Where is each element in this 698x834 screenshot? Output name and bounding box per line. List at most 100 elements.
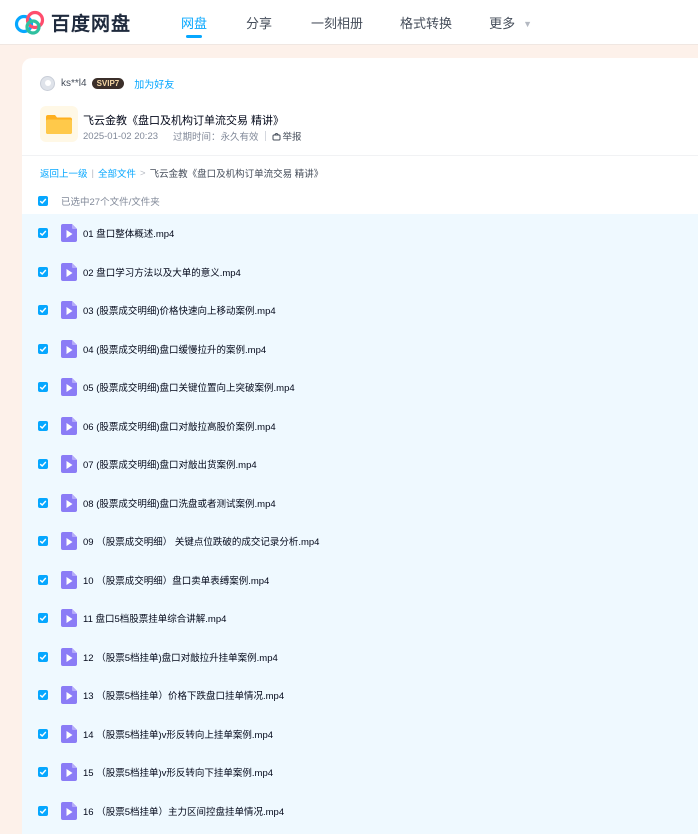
add-friend-link[interactable]: 加为好友 (134, 76, 174, 91)
file-name[interactable]: 01 盘口整体概述.mp4 (83, 226, 174, 240)
checkmark-icon (39, 269, 47, 275)
file-name[interactable]: 07 (股票成交明细)盘口对敲出货案例.mp4 (83, 457, 257, 471)
checkmark-icon (39, 230, 47, 236)
file-checkbox[interactable] (38, 690, 48, 700)
file-name[interactable]: 04 (股票成交明细)盘口缓慢拉升的案例.mp4 (83, 342, 266, 356)
file-name[interactable]: 06 (股票成交明细)盘口对敲拉高股价案例.mp4 (83, 419, 276, 433)
video-file-icon (61, 340, 77, 358)
avatar[interactable] (40, 75, 55, 91)
nav-tab-label: 网盘 (181, 15, 208, 31)
file-name[interactable]: 08 (股票成交明细)盘口洗盘或者测试案例.mp4 (83, 496, 276, 510)
file-checkbox[interactable] (38, 344, 48, 354)
file-checkbox[interactable] (38, 498, 48, 508)
file-row[interactable]: 16 （股票5档挂单）主力区间控盘挂单情况.mp4 (22, 792, 698, 830)
file-list: 01 盘口整体概述.mp4 02 盘口学习方法以及大单的意义.mp4 03 (股票成… (22, 214, 698, 834)
file-row[interactable]: 06 (股票成交明细)盘口对敲拉高股价案例.mp4 (22, 407, 698, 445)
file-checkbox[interactable] (38, 459, 48, 469)
file-row[interactable]: 07 (股票成交明细)盘口对敲出货案例.mp4 (22, 445, 698, 483)
nav-tab-netdisk[interactable]: 网盘 (181, 0, 207, 44)
checkmark-icon (39, 500, 47, 506)
nav-tab-label: 格式转换 (400, 15, 453, 31)
video-file-icon (61, 725, 77, 743)
file-row[interactable]: 04 (股票成交明细)盘口缓慢拉升的案例.mp4 (22, 330, 698, 368)
sharer-username: ks**l4 (61, 77, 87, 89)
file-row[interactable]: 12 （股票5档挂单)盘口对敲拉升挂单案例.mp4 (22, 638, 698, 676)
file-name[interactable]: 03 (股票成交明细)价格快速向上移动案例.mp4 (83, 303, 276, 317)
nav-tab-album[interactable]: 一刻相册 (311, 0, 363, 44)
video-file-icon (61, 763, 77, 781)
video-file-icon (61, 686, 77, 704)
checkmark-icon (39, 731, 47, 737)
file-name[interactable]: 10 （股票成交明细）盘口卖单表缚案例.mp4 (83, 573, 269, 587)
file-row[interactable]: 09 （股票成交明细） 关键点位跌破的成交记录分析.mp4 (22, 522, 698, 560)
checkmark-icon (39, 769, 47, 775)
share-date: 2025-01-02 20:23 (83, 130, 159, 142)
video-file-icon (61, 648, 77, 666)
file-checkbox[interactable] (38, 767, 48, 777)
nav-tab-label: 更多 (489, 15, 516, 31)
file-row[interactable]: 01 盘口整体概述.mp4 (22, 214, 698, 252)
brand-logo[interactable]: 百度网盘 (14, 9, 164, 36)
breadcrumb-back-link[interactable]: 返回上一级 (40, 166, 88, 180)
file-name[interactable]: 14 （股票5档挂单)v形反转向上挂单案例.mp4 (83, 727, 273, 741)
file-row[interactable]: 03 (股票成交明细)价格快速向上移动案例.mp4 (22, 291, 698, 329)
file-row[interactable]: 05 (股票成交明细)盘口关键位置向上突破案例.mp4 (22, 368, 698, 406)
report-button[interactable]: 举报 (272, 129, 302, 143)
file-checkbox[interactable] (38, 652, 48, 662)
checkmark-icon (39, 615, 47, 621)
checkmark-icon (39, 808, 47, 814)
file-checkbox[interactable] (38, 382, 48, 392)
nav-tab-more[interactable]: 更多 ▼ (489, 0, 532, 44)
file-checkbox[interactable] (38, 613, 48, 623)
file-checkbox[interactable] (38, 575, 48, 585)
video-file-icon (61, 378, 77, 396)
checkmark-icon (39, 384, 47, 390)
file-name[interactable]: 16 （股票5档挂单）主力区间控盘挂单情况.mp4 (83, 804, 284, 818)
breadcrumb-all-files-link[interactable]: 全部文件 (98, 166, 136, 180)
video-file-icon (61, 301, 77, 319)
file-row[interactable]: 15 （股票5档挂单)v形反转向下挂单案例.mp4 (22, 753, 698, 791)
nav-tab-format-convert[interactable]: 格式转换 (400, 0, 452, 44)
breadcrumb-current: 飞云金教《盘口及机构订单流交易 精讲》 (149, 169, 324, 180)
nav-tab-share[interactable]: 分享 (246, 0, 272, 44)
file-checkbox[interactable] (38, 228, 48, 238)
file-checkbox[interactable] (38, 729, 48, 739)
file-checkbox[interactable] (38, 806, 48, 816)
brand-name: 百度网盘 (51, 13, 132, 35)
video-file-icon (61, 609, 77, 627)
share-meta: 2025-01-02 20:23 过期时间： 永久有效 举报 (83, 129, 302, 144)
file-name[interactable]: 15 （股票5档挂单)v形反转向下挂单案例.mp4 (83, 765, 273, 779)
file-name[interactable]: 13 （股票5档挂单）价格下跌盘口挂单情况.mp4 (83, 688, 284, 702)
sharer-info: ks**l4 SVIP7 加为好友 (40, 74, 174, 92)
file-name[interactable]: 09 （股票成交明细） 关键点位跌破的成交记录分析.mp4 (83, 534, 319, 548)
nav-tab-label: 一刻相册 (311, 15, 364, 31)
file-checkbox[interactable] (38, 421, 48, 431)
checkmark-icon (39, 538, 47, 544)
video-file-icon (61, 571, 77, 589)
select-all-checkbox[interactable] (38, 196, 48, 206)
divider (264, 131, 266, 141)
file-checkbox[interactable] (38, 267, 48, 277)
video-file-icon (61, 532, 77, 550)
file-row[interactable]: 08 (股票成交明细)盘口洗盘或者测试案例.mp4 (22, 484, 698, 522)
report-icon (272, 132, 281, 140)
video-file-icon (61, 802, 77, 820)
video-file-icon (61, 455, 77, 473)
video-file-icon (61, 263, 77, 281)
file-checkbox[interactable] (38, 305, 48, 315)
checkmark-icon (39, 577, 47, 583)
checkmark-icon (39, 461, 47, 467)
file-name[interactable]: 02 盘口学习方法以及大单的意义.mp4 (83, 265, 241, 279)
file-name[interactable]: 12 （股票5档挂单)盘口对敲拉升挂单案例.mp4 (83, 650, 278, 664)
file-checkbox[interactable] (38, 536, 48, 546)
file-row[interactable]: 13 （股票5档挂单）价格下跌盘口挂单情况.mp4 (22, 676, 698, 714)
file-row[interactable]: 14 （股票5档挂单)v形反转向上挂单案例.mp4 (22, 715, 698, 753)
file-row[interactable]: 10 （股票成交明细）盘口卖单表缚案例.mp4 (22, 561, 698, 599)
file-row[interactable]: 11 盘口5档股票挂单综合讲解.mp4 (22, 599, 698, 637)
checkmark-icon (39, 198, 47, 204)
folder-icon (40, 106, 78, 142)
file-name[interactable]: 05 (股票成交明细)盘口关键位置向上突破案例.mp4 (83, 380, 295, 394)
video-file-icon (61, 224, 77, 242)
file-name[interactable]: 11 盘口5档股票挂单综合讲解.mp4 (83, 611, 226, 625)
file-row[interactable]: 02 盘口学习方法以及大单的意义.mp4 (22, 253, 698, 291)
